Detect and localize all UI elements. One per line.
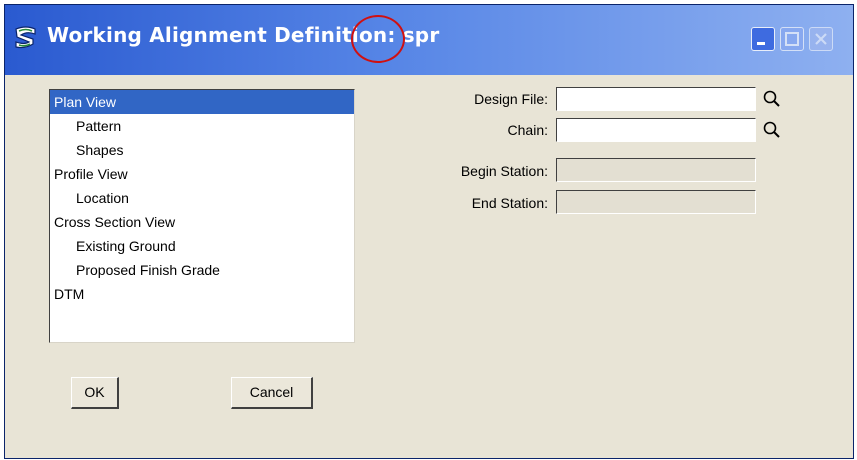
ok-button[interactable]: OK [71,377,119,409]
list-item-plan-view[interactable]: Plan View [50,90,354,114]
design-file-input[interactable] [556,87,756,111]
end-station-field [556,190,756,214]
minimize-icon [757,42,765,45]
close-icon [815,33,827,45]
list-item-dtm[interactable]: DTM [50,282,354,306]
cancel-button[interactable]: Cancel [231,377,313,409]
chain-input[interactable] [556,118,756,142]
list-item-pattern[interactable]: Pattern [50,114,354,138]
design-file-label: Design File: [474,91,548,107]
chain-search-icon[interactable] [762,119,782,141]
list-item-shapes[interactable]: Shapes [50,138,354,162]
begin-station-field [556,158,756,182]
end-station-label: End Station: [471,195,548,211]
begin-station-label: Begin Station: [460,163,548,179]
list-item-cross-section-view[interactable]: Cross Section View [50,210,354,234]
list-item-profile-view[interactable]: Profile View [50,162,354,186]
title-bar[interactable]: Working Alignment Definition: spr [5,5,853,75]
close-button[interactable] [809,27,833,51]
highlight-circle [351,15,405,63]
minimize-button[interactable] [751,27,775,51]
view-tree-list[interactable]: Plan View Pattern Shapes Profile View Lo… [49,89,355,343]
dialog-window: Working Alignment Definition: spr Plan V… [4,4,854,459]
app-logo-icon[interactable] [13,25,39,53]
chain-label: Chain: [507,122,548,138]
maximize-icon [785,32,799,46]
list-item-existing-ground[interactable]: Existing Ground [50,234,354,258]
list-item-location[interactable]: Location [50,186,354,210]
design-file-search-icon[interactable] [762,88,782,110]
maximize-button[interactable] [780,27,804,51]
list-item-proposed-finish-grade[interactable]: Proposed Finish Grade [50,258,354,282]
